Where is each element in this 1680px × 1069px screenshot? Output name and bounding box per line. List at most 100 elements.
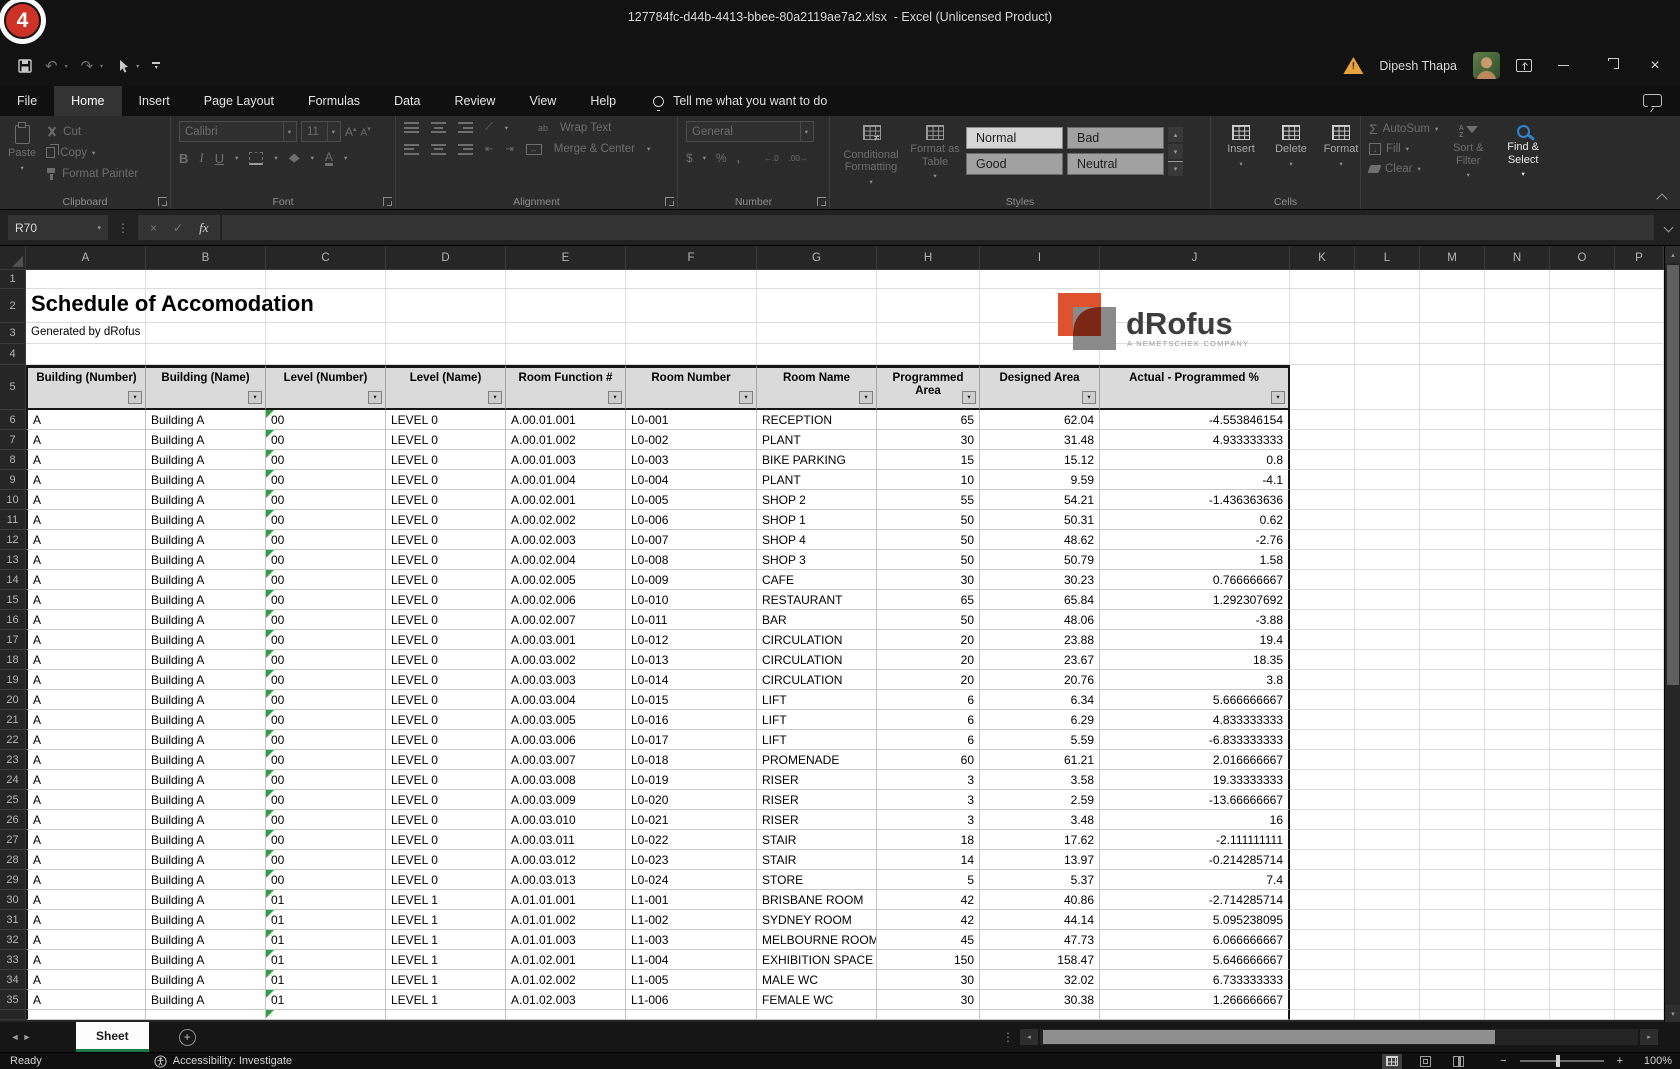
cell-B15[interactable]: Building A <box>146 590 266 610</box>
cell-D18[interactable]: LEVEL 0 <box>386 650 506 670</box>
cell-J27[interactable]: -2.111111111 <box>1100 830 1290 850</box>
cell-F30[interactable]: L1-001 <box>626 890 757 910</box>
cell-L14[interactable] <box>1355 570 1420 590</box>
cell-J20[interactable]: 5.666666667 <box>1100 690 1290 710</box>
cell-D32[interactable]: LEVEL 1 <box>386 930 506 950</box>
format-cells-button[interactable]: Format▾ <box>1319 121 1363 192</box>
cell-F32[interactable]: L1-003 <box>626 930 757 950</box>
cell-P36[interactable] <box>1615 1010 1664 1020</box>
cell-H25[interactable]: 3 <box>877 790 980 810</box>
column-header-I[interactable]: I <box>980 246 1100 270</box>
cell-B34[interactable]: Building A <box>146 970 266 990</box>
font-name-select[interactable]: Calibri▾ <box>179 121 297 142</box>
name-box[interactable]: R70▾ <box>8 215 108 240</box>
cell-P8[interactable] <box>1615 450 1664 470</box>
cell-A22[interactable]: A <box>26 730 146 750</box>
cell-B17[interactable]: Building A <box>146 630 266 650</box>
cell-I10[interactable]: 54.21 <box>980 490 1100 510</box>
cell-N2[interactable] <box>1485 289 1550 323</box>
cell-J24[interactable]: 19.33333333 <box>1100 770 1290 790</box>
cell-L5[interactable] <box>1355 365 1420 410</box>
cell-B11[interactable]: Building A <box>146 510 266 530</box>
row-number-3[interactable]: 3 <box>0 323 26 344</box>
cell-F26[interactable]: L0-021 <box>626 810 757 830</box>
cell-G23[interactable]: PROMENADE <box>757 750 877 770</box>
cell-G5[interactable]: Room Name▾ <box>757 365 877 410</box>
page-layout-view-button[interactable] <box>1415 1054 1435 1069</box>
cell-M23[interactable] <box>1420 750 1485 770</box>
cell-L28[interactable] <box>1355 850 1420 870</box>
cell-P2[interactable] <box>1615 289 1664 323</box>
cell-F24[interactable]: L0-019 <box>626 770 757 790</box>
italic-button[interactable]: I <box>199 150 203 166</box>
cell-A12[interactable]: A <box>26 530 146 550</box>
cell-L27[interactable] <box>1355 830 1420 850</box>
cell-E35[interactable]: A.01.02.003 <box>506 990 626 1010</box>
cell-B6[interactable]: Building A <box>146 410 266 430</box>
cell-E33[interactable]: A.01.02.001 <box>506 950 626 970</box>
cell-I5[interactable]: Designed Area▾ <box>980 365 1100 410</box>
tab-data[interactable]: Data <box>377 86 437 116</box>
cell-N23[interactable] <box>1485 750 1550 770</box>
cell-N33[interactable] <box>1485 950 1550 970</box>
cell-N10[interactable] <box>1485 490 1550 510</box>
cell-D16[interactable]: LEVEL 0 <box>386 610 506 630</box>
cell-N8[interactable] <box>1485 450 1550 470</box>
cell-B31[interactable]: Building A <box>146 910 266 930</box>
tab-home[interactable]: Home <box>54 86 121 116</box>
cell-G26[interactable]: RISER <box>757 810 877 830</box>
sheet-tab[interactable]: Sheet <box>76 1022 149 1052</box>
cell-N31[interactable] <box>1485 910 1550 930</box>
cell-D28[interactable]: LEVEL 0 <box>386 850 506 870</box>
cell-M5[interactable] <box>1420 365 1485 410</box>
cell-D3[interactable] <box>386 323 506 344</box>
cell-O35[interactable] <box>1550 990 1615 1010</box>
cell-B26[interactable]: Building A <box>146 810 266 830</box>
cell-H9[interactable]: 10 <box>877 470 980 490</box>
cell-N13[interactable] <box>1485 550 1550 570</box>
cell-G20[interactable]: LIFT <box>757 690 877 710</box>
cell-K28[interactable] <box>1290 850 1355 870</box>
cell-J19[interactable]: 3.8 <box>1100 670 1290 690</box>
row-number-28[interactable]: 28 <box>0 850 26 870</box>
cell-P26[interactable] <box>1615 810 1664 830</box>
column-header-B[interactable]: B <box>146 246 266 270</box>
cell-H5[interactable]: Programmed Area▾ <box>877 365 980 410</box>
cell-E31[interactable]: A.01.01.002 <box>506 910 626 930</box>
cell-F2[interactable] <box>626 289 757 323</box>
cell-D4[interactable] <box>386 344 506 365</box>
cell-D22[interactable]: LEVEL 0 <box>386 730 506 750</box>
cell-O21[interactable] <box>1550 710 1615 730</box>
filter-button-level-name-[interactable]: ▾ <box>488 391 502 404</box>
cell-P17[interactable] <box>1615 630 1664 650</box>
cell-E11[interactable]: A.00.02.002 <box>506 510 626 530</box>
cell-A7[interactable]: A <box>26 430 146 450</box>
font-size-select[interactable]: 11▾ <box>301 121 341 142</box>
cell-K31[interactable] <box>1290 910 1355 930</box>
cell-L1[interactable] <box>1355 270 1420 289</box>
cell-A34[interactable]: A <box>26 970 146 990</box>
cell-L2[interactable] <box>1355 289 1420 323</box>
cell-G35[interactable]: FEMALE WC <box>757 990 877 1010</box>
filter-button-level-number-[interactable]: ▾ <box>368 391 382 404</box>
cell-H4[interactable] <box>877 344 980 365</box>
cell-D10[interactable]: LEVEL 0 <box>386 490 506 510</box>
paste-button[interactable]: Paste▾ <box>8 121 36 184</box>
row-number-33[interactable]: 33 <box>0 950 26 970</box>
cell-E2[interactable] <box>506 289 626 323</box>
cell-B23[interactable]: Building A <box>146 750 266 770</box>
save-icon[interactable] <box>18 59 32 73</box>
cell-I7[interactable]: 31.48 <box>980 430 1100 450</box>
cell-N17[interactable] <box>1485 630 1550 650</box>
cell-I35[interactable]: 30.38 <box>980 990 1100 1010</box>
cell-F19[interactable]: L0-014 <box>626 670 757 690</box>
cell-J5[interactable]: Actual - Programmed %▾ <box>1100 365 1290 410</box>
cell-P34[interactable] <box>1615 970 1664 990</box>
row-number-10[interactable]: 10 <box>0 490 26 510</box>
cell-E15[interactable]: A.00.02.006 <box>506 590 626 610</box>
cell-K5[interactable] <box>1290 365 1355 410</box>
cell-K24[interactable] <box>1290 770 1355 790</box>
cell-C27[interactable]: 00 <box>266 830 386 850</box>
column-header-G[interactable]: G <box>757 246 877 270</box>
percent-style-icon[interactable]: % <box>716 151 727 165</box>
